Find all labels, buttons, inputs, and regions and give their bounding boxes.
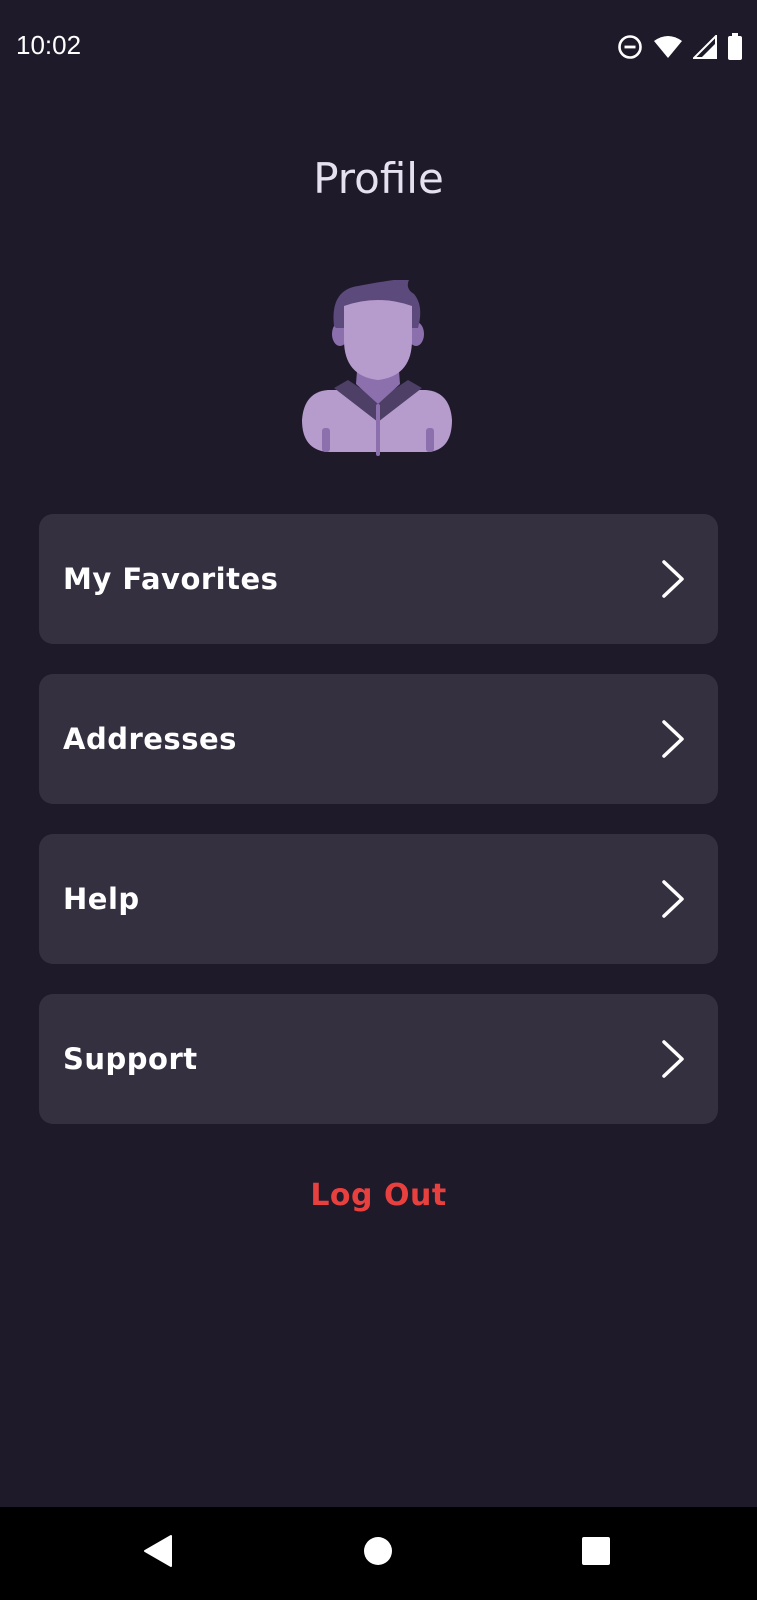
home-icon bbox=[363, 1536, 393, 1571]
page-title: Profile bbox=[313, 154, 444, 203]
menu-item-label: My Favorites bbox=[63, 562, 279, 596]
status-time: 10:02 bbox=[16, 30, 82, 60]
signal-icon bbox=[693, 35, 717, 59]
chevron-right-icon bbox=[660, 879, 686, 919]
menu-item-support[interactable]: Support bbox=[39, 994, 718, 1124]
menu-item-label: Support bbox=[63, 1042, 198, 1076]
menu-item-help[interactable]: Help bbox=[39, 834, 718, 964]
recents-button[interactable] bbox=[556, 1507, 636, 1600]
menu-item-label: Addresses bbox=[63, 722, 237, 756]
back-button[interactable] bbox=[118, 1507, 198, 1600]
back-icon bbox=[143, 1534, 173, 1573]
chevron-right-icon bbox=[660, 559, 686, 599]
navigation-bar bbox=[0, 1507, 757, 1600]
user-avatar-icon bbox=[300, 278, 456, 464]
battery-icon bbox=[727, 33, 743, 61]
chevron-right-icon bbox=[660, 719, 686, 759]
do-not-disturb-icon bbox=[617, 34, 643, 60]
status-bar: 10:02 bbox=[0, 0, 757, 96]
recents-icon bbox=[581, 1536, 611, 1571]
home-button[interactable] bbox=[338, 1507, 418, 1600]
chevron-right-icon bbox=[660, 1039, 686, 1079]
menu-item-addresses[interactable]: Addresses bbox=[39, 674, 718, 804]
menu-item-label: Help bbox=[63, 882, 140, 916]
wifi-icon bbox=[653, 35, 683, 59]
status-icons bbox=[617, 32, 743, 62]
logout-button[interactable]: Log Out bbox=[0, 1178, 757, 1213]
menu-item-my-favorites[interactable]: My Favorites bbox=[39, 514, 718, 644]
